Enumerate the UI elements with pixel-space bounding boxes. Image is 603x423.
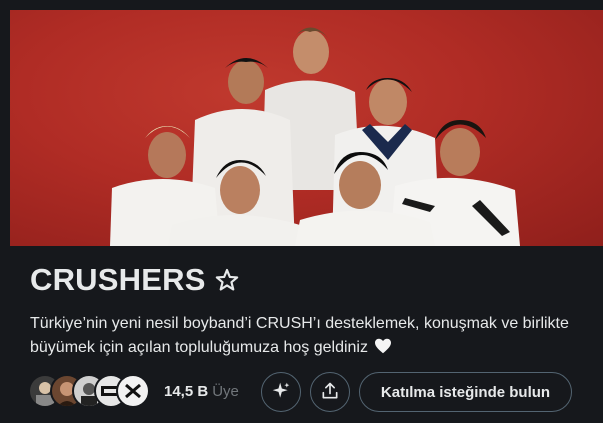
community-header-card: CRUSHERS Türkiye’nin yeni nesil boyband’…: [0, 0, 603, 423]
member-count-unit: Üye: [212, 383, 239, 400]
white-heart-icon: [374, 338, 392, 354]
community-actions-bar: 14,5 B Üye Katılma isteğinde bulun: [28, 370, 598, 414]
community-title-row: CRUSHERS: [30, 262, 240, 298]
community-description-text: Türkiye’nin yeni nesil boyband’i CRUSH’ı…: [30, 315, 569, 356]
community-banner[interactable]: [10, 10, 603, 246]
sparkle-button[interactable]: [261, 372, 301, 412]
community-name: CRUSHERS: [30, 262, 206, 297]
share-button[interactable]: [310, 372, 350, 412]
star-outline-icon: [214, 267, 240, 293]
page-frame: CRUSHERS Türkiye’nin yeni nesil boyband’…: [0, 0, 603, 423]
join-request-button[interactable]: Katılma isteğinde bulun: [359, 372, 572, 412]
member-avatars[interactable]: [28, 374, 153, 410]
community-description: Türkiye’nin yeni nesil boyband’i CRUSH’ı…: [30, 312, 590, 360]
avatar: [116, 374, 150, 408]
banner-group-photo: [110, 27, 520, 246]
sparkle-icon: [271, 381, 291, 404]
member-count[interactable]: 14,5 B Üye: [164, 383, 239, 400]
share-icon: [320, 381, 340, 404]
member-count-value: 14,5 B: [164, 383, 209, 400]
